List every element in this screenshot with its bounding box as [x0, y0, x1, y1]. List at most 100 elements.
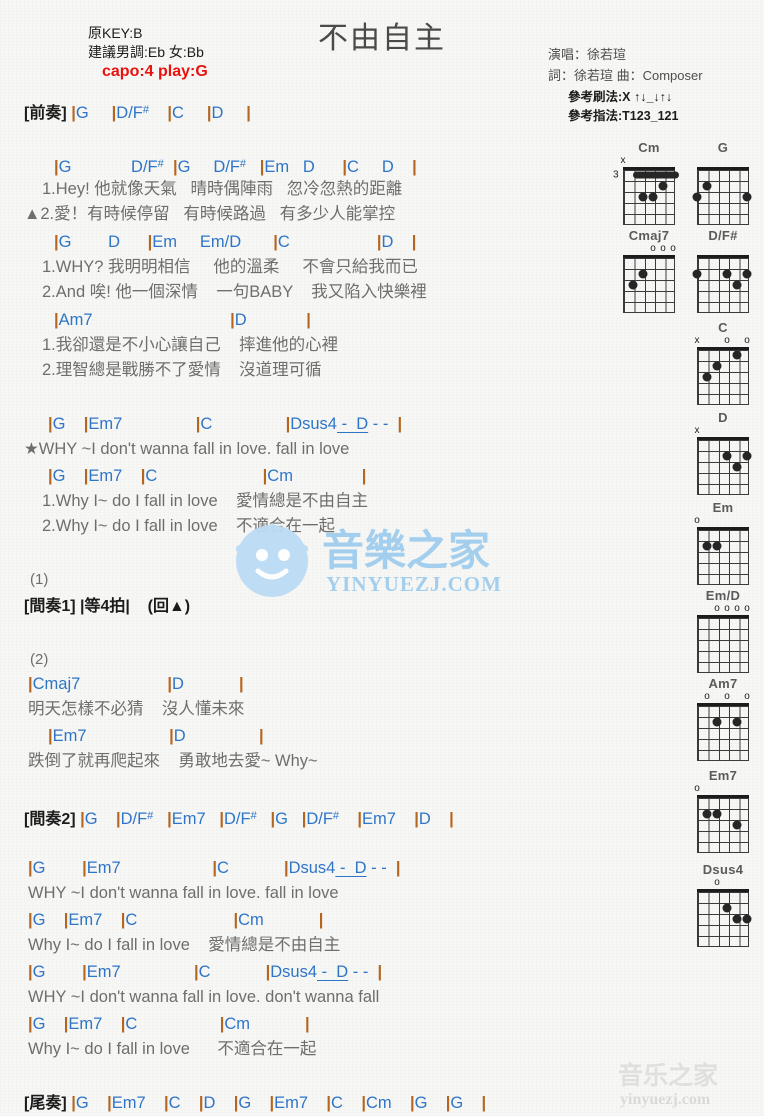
finger-dot	[712, 361, 722, 371]
chorus2-chordline-4: |G |Em7 |C |Cm |	[28, 1015, 310, 1033]
finger-dot	[732, 717, 742, 727]
outro-tag: [尾奏]	[24, 1095, 67, 1112]
finger-dot	[702, 181, 712, 191]
chorus1-chordline-1: |G |Em7 |C |Dsus4 - D - - |	[48, 415, 403, 433]
chord-diagram-em7: Em7 o	[686, 768, 760, 853]
barre-bar	[633, 171, 679, 179]
intro-line: [前奏] |G |D/F# |C |D |	[24, 102, 251, 122]
open-string-icon: o	[744, 691, 750, 702]
open-string-markers: o	[686, 784, 760, 795]
repeat-marker-2: (2)	[30, 651, 49, 668]
open-string-icon: o	[694, 783, 700, 794]
chord-diagram-d-f-: D/F#	[686, 228, 760, 313]
finger-dot	[732, 350, 742, 360]
verse1-chordline-3: |Am7 |D |	[54, 311, 311, 329]
chord-sheet: 不由自主 原KEY:B 建議男調:Eb 女:Bb capo:4 play:G 演…	[0, 0, 764, 1116]
verse1-lyric-4: 2.And 唉! 他一個深情 一句BABY 我又陷入快樂裡	[42, 283, 427, 301]
chord-diagram-label: Em/D	[705, 588, 741, 603]
chord-diagram-label: Em	[712, 500, 734, 515]
outro-chords: |G |Em7 |C |D |G |Em7 |C |Cm |G |G |	[71, 1094, 487, 1112]
bridge-chordline-1: |Cmaj7 |D |	[28, 675, 244, 693]
open-string-markers: o	[686, 878, 760, 889]
chord-diagram-cm: Cm x 3	[612, 140, 686, 225]
verse1-lyric-6: 2.理智總是戰勝不了愛情 沒道理可循	[42, 361, 322, 379]
open-string-icon: o	[704, 691, 710, 702]
finger-dot	[702, 809, 712, 819]
fretboard-grid	[692, 255, 752, 313]
open-string-markers	[686, 156, 760, 167]
chorus2-lyric-4: Why I~ do I fall in love 不適合在一起	[28, 1040, 317, 1058]
finger-dot	[692, 269, 702, 279]
open-string-icon: o	[724, 603, 730, 614]
finger-dot	[732, 462, 742, 472]
finger-dot	[742, 269, 752, 279]
finger-dot	[732, 914, 742, 924]
watermark-center-cn: 音樂之家	[322, 528, 490, 575]
chorus2-lyric-2: Why I~ do I fall in love 愛情總是不由自主	[28, 936, 341, 954]
open-string-markers: ooo	[612, 244, 686, 255]
chord-diagram-label: Em7	[708, 768, 738, 783]
finger-dot	[722, 451, 732, 461]
open-string-icon: o	[734, 603, 740, 614]
verse1-lyric-3: 1.WHY? 我明明相信 他的溫柔 不會只給我而已	[42, 258, 418, 276]
finger-dot	[638, 192, 648, 202]
chord-diagram-g: G	[686, 140, 760, 225]
chorus1-lyric-2: 1.Why I~ do I fall in love 愛情總是不由自主	[42, 492, 368, 510]
open-string-markers: o	[686, 516, 760, 527]
finger-dot	[638, 269, 648, 279]
chord-diagram-em-d: Em/D o o o o	[686, 588, 760, 673]
chord-diagram-label: Am7	[708, 676, 738, 691]
finger-dot	[742, 914, 752, 924]
verse1-lyric-1: 1.Hey! 他就像天氣 晴時偶陣雨 忽冷忽熱的距離	[42, 180, 403, 198]
verse1-chordline-2: |G D |Em Em/D |C |D |	[54, 233, 417, 251]
chord-diagram-dsus4: Dsus4 o	[686, 862, 760, 947]
chorus2-chordline-3: |G |Em7 |C |Dsus4 - D - - |	[28, 963, 383, 981]
chord-diagram-label: D/F#	[708, 228, 738, 243]
chorus2-lyric-1: WHY ~I don't wanna fall in love. fall in…	[28, 884, 339, 902]
open-string-icon: o	[660, 243, 666, 254]
watermark-bottom: 音乐之家 yinyuezj.com	[618, 1061, 718, 1108]
finger-dot	[658, 181, 668, 191]
chord-diagram-d: Dx	[686, 410, 760, 495]
original-key: 原KEY:B	[88, 25, 143, 41]
bridge-lyric-2: 跌倒了就再爬起來 勇敢地去愛~ Why~	[28, 752, 318, 770]
chorus1-lyric-1: ★WHY ~I don't wanna fall in love. fall i…	[24, 440, 350, 458]
chorus2-lyric-3: WHY ~I don't wanna fall in love. don't w…	[28, 988, 380, 1006]
open-string-icon: o	[670, 243, 676, 254]
chord-diagram-em: Em o	[686, 500, 760, 585]
verse1-lyric-2: ▲2.愛！有時候停留 有時候路過 有多少人能掌控	[24, 205, 396, 223]
chord-diagram-label: Cmaj7	[628, 228, 670, 243]
chord-diagram-label: D	[718, 410, 728, 425]
open-string-markers: xoo	[686, 336, 760, 347]
fretboard-grid	[697, 615, 749, 673]
fretboard-grid	[697, 795, 749, 853]
open-string-markers: x	[612, 156, 686, 167]
finger-dot	[742, 192, 752, 202]
chord-diagram-label: C	[718, 320, 728, 335]
open-string-icon: o	[744, 603, 750, 614]
finger-dot	[712, 541, 722, 551]
watermark-bottom-cn: 音乐之家	[618, 1061, 718, 1090]
finger-dot	[732, 820, 742, 830]
reference-block: 參考刷法:X ↑↓_↓↑↓ 參考指法:T123_121	[568, 88, 678, 126]
chord-diagram-am7: Am7 o o o	[686, 676, 760, 761]
open-string-icon: o	[744, 335, 750, 346]
verse1-lyric-5: 1.我卻還是不小心讓自己 摔進他的心裡	[42, 336, 339, 354]
fretboard-grid	[692, 167, 752, 225]
finger-dot	[692, 192, 702, 202]
finger-dot	[722, 903, 732, 913]
chord-diagram-cmaj7: Cmaj7 o o o	[612, 228, 686, 313]
open-string-markers	[686, 244, 760, 255]
fretboard-grid: 3	[613, 167, 679, 225]
muted-string-icon: x	[694, 335, 700, 346]
chord-diagram-label: Dsus4	[702, 862, 744, 877]
intro-tag: [前奏]	[24, 105, 67, 122]
verse1-chordline-1: |G D/F# |G D/F# |Em D |C D |	[54, 158, 417, 176]
finger-dot	[628, 280, 638, 290]
strumming-pattern: 參考刷法:X ↑↓_↓↑↓	[568, 90, 673, 104]
muted-string-icon: x	[694, 425, 700, 436]
fretboard-grid	[697, 437, 752, 495]
bridge-lyric-1: 明天怎樣不必猜 沒人懂未來	[28, 700, 245, 718]
chorus1-chordline-2: |G |Em7 |C |Cm |	[48, 467, 367, 485]
finger-dot	[712, 717, 722, 727]
